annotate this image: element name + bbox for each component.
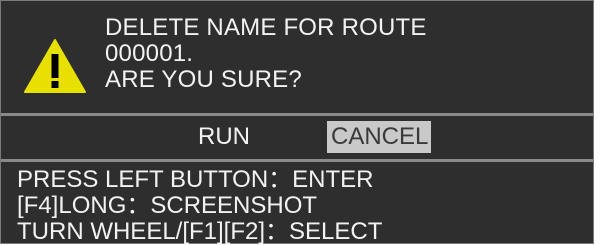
help-line-enter: PRESS LEFT BUTTON：ENTER	[17, 166, 374, 193]
dialog-message: DELETE NAME FOR ROUTE 000001. ARE YOU SURE…	[105, 15, 427, 93]
run-button[interactable]: RUN	[191, 121, 257, 153]
dialog-button-row: RUN CANCEL	[1, 116, 593, 159]
cancel-button[interactable]: CANCEL	[327, 121, 431, 153]
help-line-screenshot: [F4]LONG：SCREENSHOT	[17, 192, 318, 219]
warning-triangle-icon	[24, 39, 86, 93]
message-line-1: DELETE NAME FOR ROUTE	[105, 14, 427, 41]
help-line-select: TURN WHEEL/[F1][F2]：SELECT	[17, 218, 383, 245]
dialog-message-area: DELETE NAME FOR ROUTE 000001. ARE YOU SURE…	[1, 1, 593, 113]
help-instructions: PRESS LEFT BUTTON：ENTER [F4]LONG：SCREENS…	[1, 162, 593, 245]
confirm-delete-dialog: DELETE NAME FOR ROUTE 000001. ARE YOU SURE…	[0, 0, 594, 245]
message-line-3: ARE YOU SURE?	[105, 66, 302, 93]
message-line-2: 000001.	[105, 40, 194, 67]
